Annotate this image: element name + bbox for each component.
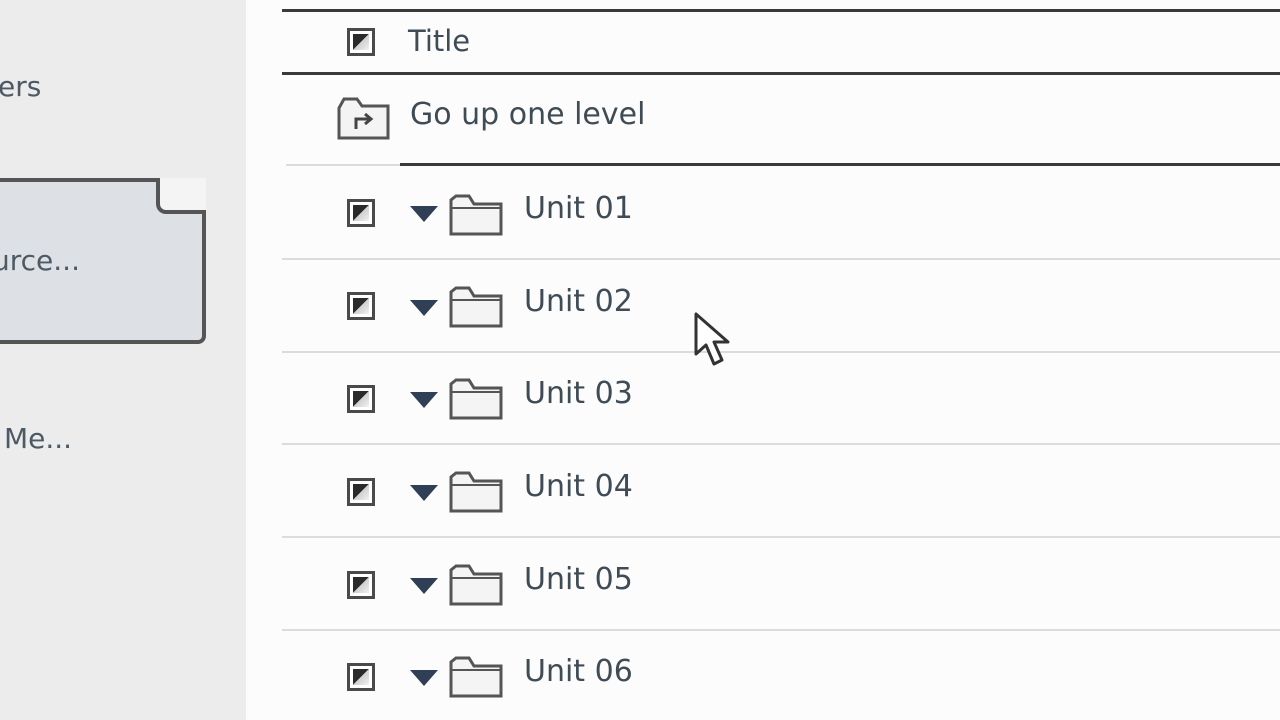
folder-name[interactable]: Unit 01: [524, 194, 633, 224]
select-all-checkbox[interactable]: [347, 28, 375, 56]
divider: [282, 443, 1280, 445]
folder-icon: [449, 286, 503, 328]
sidebar: ers urce... Me...: [0, 0, 246, 720]
page-fold-icon: [156, 178, 206, 214]
checkbox-icon: [353, 391, 369, 407]
checkbox-icon: [353, 669, 369, 685]
triangle-down-icon[interactable]: [410, 485, 438, 501]
row-checkbox[interactable]: [347, 663, 375, 691]
folder-icon: [449, 194, 503, 236]
sidebar-item-label: urce...: [0, 244, 80, 277]
sidebar-resource-card[interactable]: urce...: [0, 178, 206, 344]
divider: [286, 164, 406, 166]
divider: [282, 258, 1280, 260]
file-list: Title Go up one level Unit 01 Unit 02 Un…: [246, 0, 1280, 720]
go-up-label[interactable]: Go up one level: [410, 100, 645, 130]
folder-name[interactable]: Unit 05: [524, 565, 633, 595]
checkbox-icon: [353, 34, 369, 50]
divider: [282, 629, 1280, 631]
row-checkbox[interactable]: [347, 478, 375, 506]
divider: [282, 9, 1280, 12]
triangle-down-icon[interactable]: [410, 670, 438, 686]
row-checkbox[interactable]: [347, 199, 375, 227]
folder-name[interactable]: Unit 06: [524, 657, 633, 687]
divider: [282, 536, 1280, 538]
row-checkbox[interactable]: [347, 571, 375, 599]
folder-icon: [449, 471, 503, 513]
folder-name[interactable]: Unit 02: [524, 287, 633, 317]
folder-name[interactable]: Unit 04: [524, 472, 633, 502]
sidebar-item-label[interactable]: Me...: [4, 422, 72, 455]
column-title-header[interactable]: Title: [408, 27, 470, 56]
sidebar-item-label[interactable]: ers: [0, 70, 41, 103]
folder-icon: [449, 564, 503, 606]
folder-icon: [449, 378, 503, 420]
checkbox-icon: [353, 205, 369, 221]
checkbox-icon: [353, 298, 369, 314]
divider: [282, 72, 1280, 75]
divider: [400, 163, 1280, 166]
divider: [282, 351, 1280, 353]
checkbox-icon: [353, 577, 369, 593]
triangle-down-icon[interactable]: [410, 206, 438, 222]
row-checkbox[interactable]: [347, 292, 375, 320]
row-checkbox[interactable]: [347, 385, 375, 413]
folder-icon: [449, 656, 503, 698]
folder-up-icon: [337, 97, 390, 140]
triangle-down-icon[interactable]: [410, 392, 438, 408]
checkbox-icon: [353, 484, 369, 500]
folder-name[interactable]: Unit 03: [524, 379, 633, 409]
triangle-down-icon[interactable]: [410, 300, 438, 316]
mouse-cursor-icon: [694, 312, 730, 366]
triangle-down-icon[interactable]: [410, 578, 438, 594]
